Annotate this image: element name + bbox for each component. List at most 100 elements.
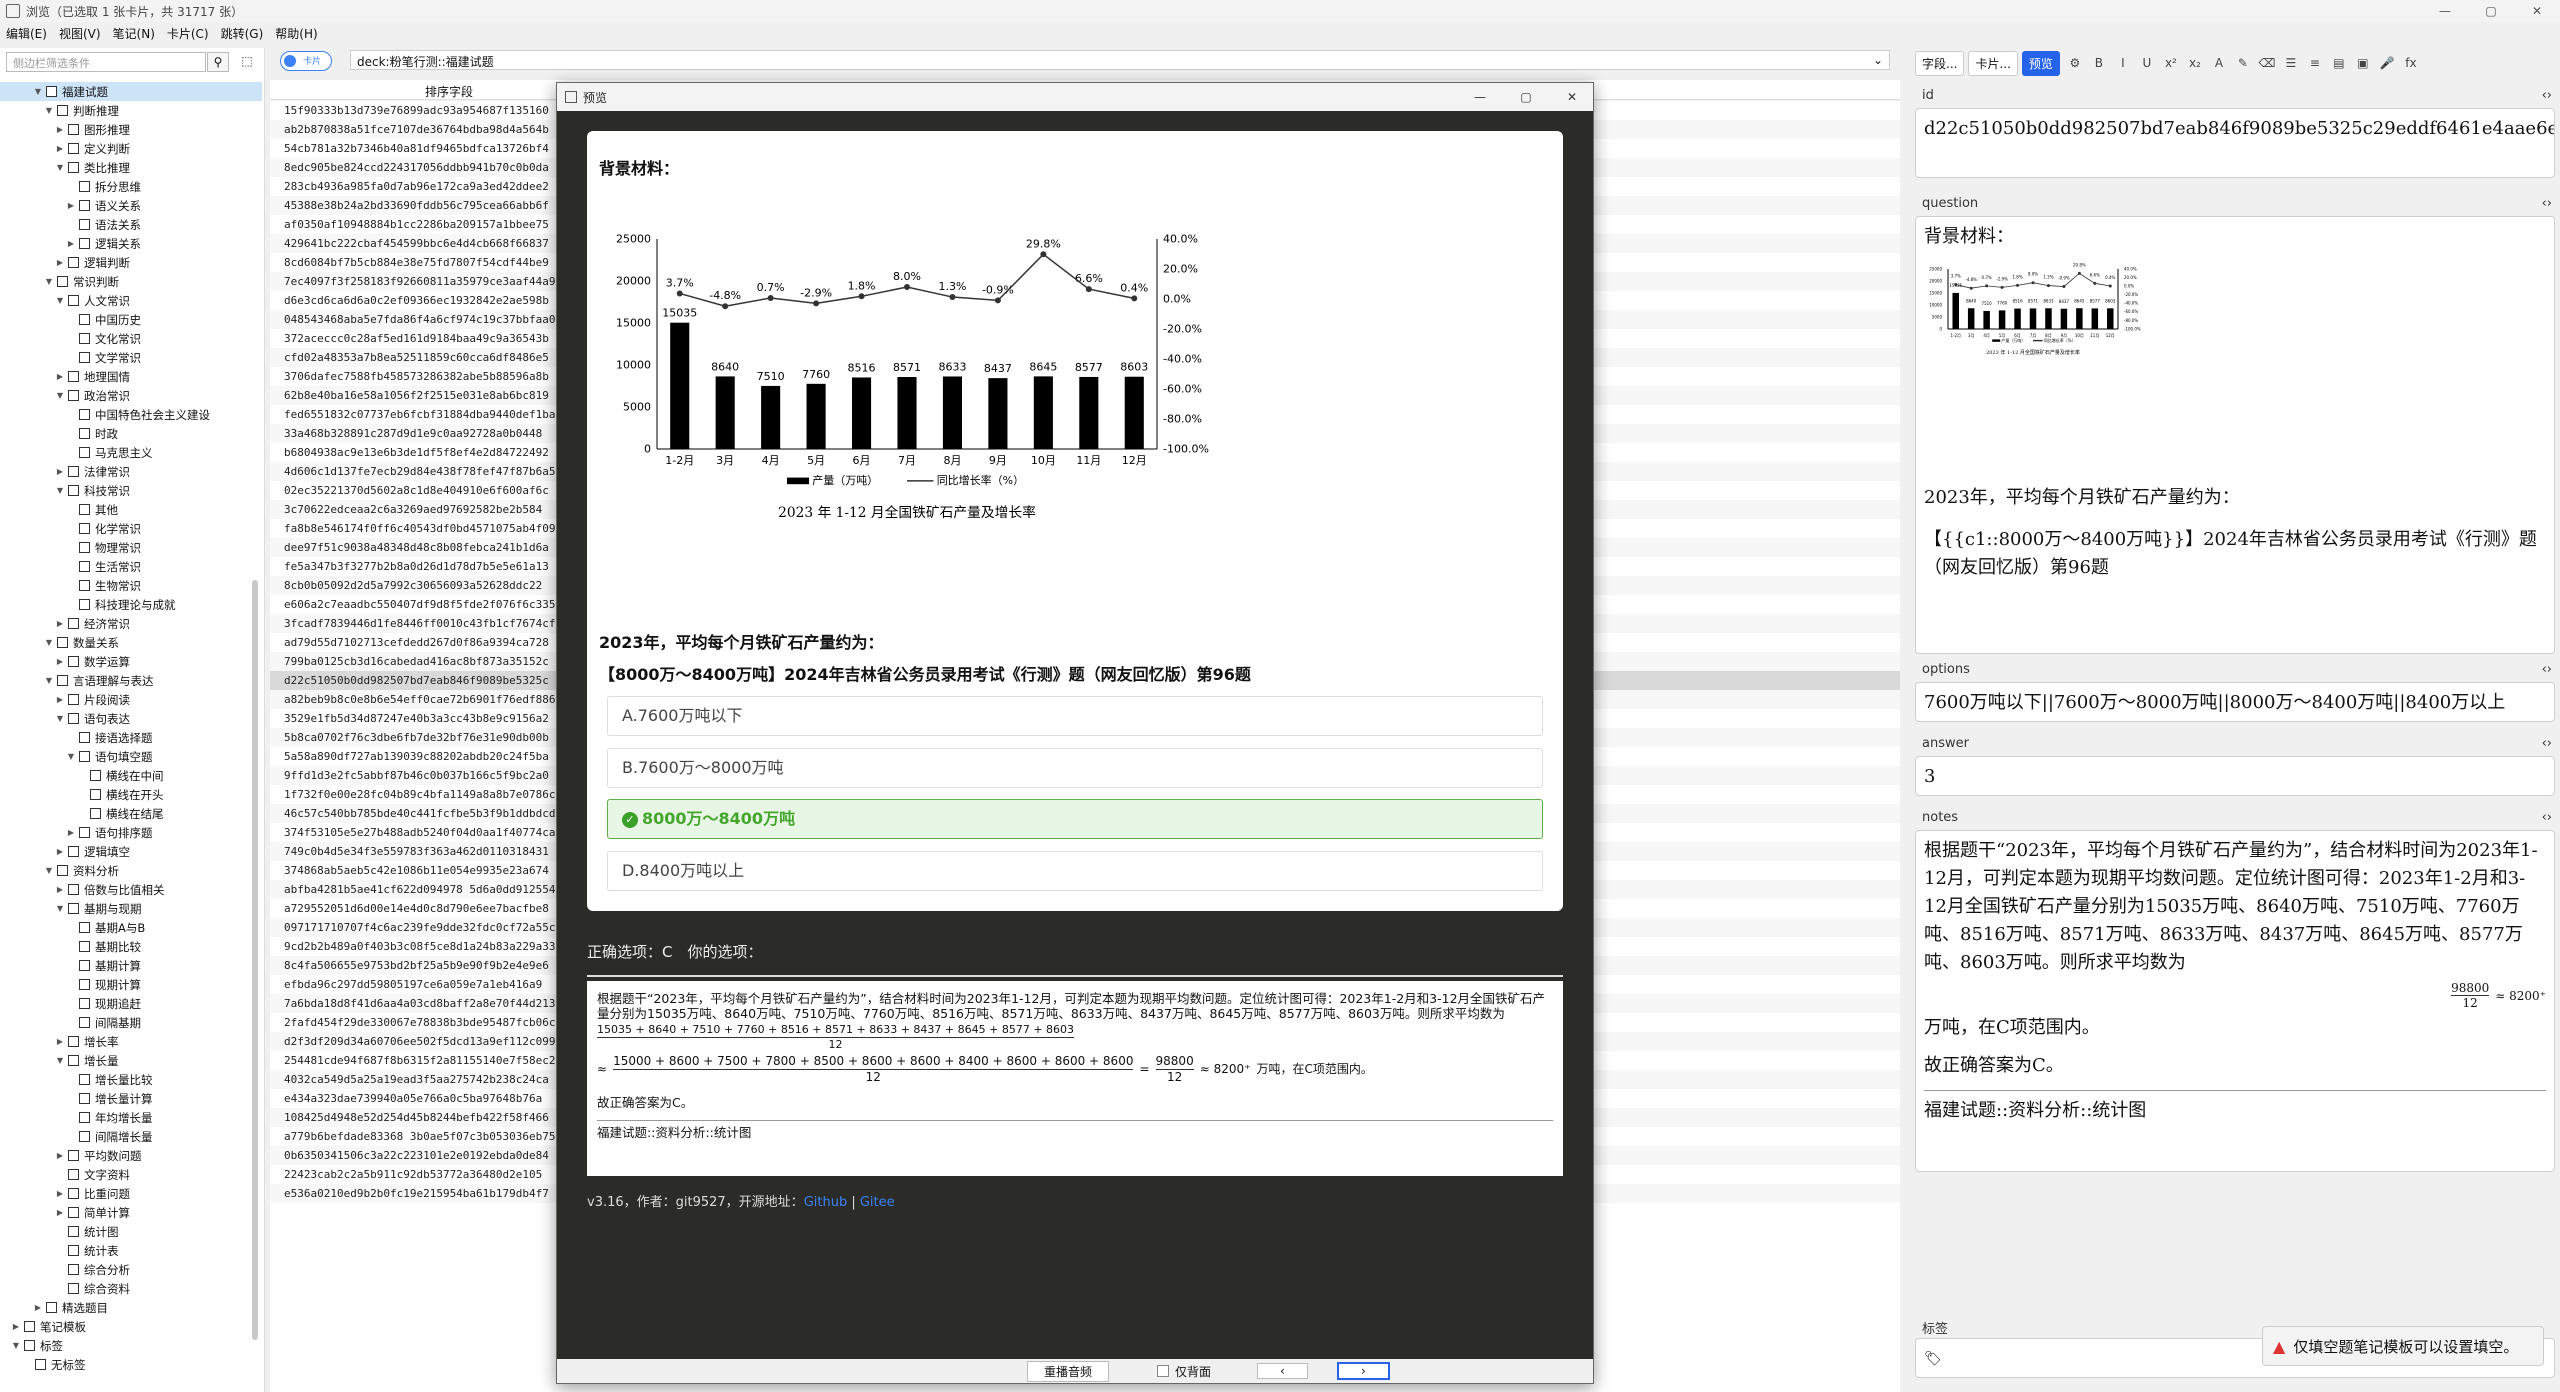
sidebar-item[interactable]: ▼ 科技常识 (0, 481, 262, 500)
github-link[interactable]: Github (804, 1195, 848, 1210)
sidebar-item[interactable]: 其他 (0, 500, 262, 519)
text-color-icon[interactable]: A (2208, 56, 2230, 70)
collapse-arrow-icon[interactable]: ▼ (11, 1341, 21, 1350)
sidebar-item[interactable]: 科技理论与成就 (0, 595, 262, 614)
options-field[interactable]: 7600万吨以下||7600万～8000万吨||8000万～8400万吨||84… (1915, 682, 2555, 722)
eraser-icon[interactable]: ⌫ (2256, 56, 2278, 70)
cards-notes-toggle[interactable]: 卡片 (280, 51, 332, 71)
search-icon[interactable]: ⚲ (207, 52, 229, 72)
sidebar-item[interactable]: ▶ 逻辑填空 (0, 842, 262, 861)
collapse-arrow-icon[interactable]: ▼ (44, 638, 54, 647)
menu-view[interactable]: 视图(V) (53, 25, 107, 42)
sidebar-item[interactable]: 基期计算 (0, 956, 262, 975)
sidebar-item[interactable]: ▶ 逻辑判断 (0, 253, 262, 272)
sidebar-item[interactable]: ▶ 逻辑关系 (0, 234, 262, 253)
sidebar-item[interactable]: ▼ 资料分析 (0, 861, 262, 880)
gear-icon[interactable]: ⚙ (2064, 56, 2086, 70)
sidebar-item[interactable]: 马克思主义 (0, 443, 262, 462)
sidebar-item[interactable]: 现期计算 (0, 975, 262, 994)
sidebar-item[interactable]: ▼ 人文常识 (0, 291, 262, 310)
sidebar-item[interactable]: ▼ 类比推理 (0, 158, 262, 177)
expand-arrow-icon[interactable]: ▶ (55, 619, 65, 628)
collapse-arrow-icon[interactable]: ▼ (44, 106, 54, 115)
chevron-down-icon[interactable]: ⌄ (1873, 53, 1883, 67)
sidebar-item[interactable]: 生活常识 (0, 557, 262, 576)
answer-field-label[interactable]: answer ‹› (1922, 736, 2552, 751)
sidebar-item[interactable]: ▶ 地理国情 (0, 367, 262, 386)
bold-icon[interactable]: B (2088, 56, 2110, 70)
underline-icon[interactable]: U (2136, 56, 2158, 70)
expand-arrow-icon[interactable]: ▶ (55, 1151, 65, 1160)
sidebar-item[interactable]: ▶ 数学运算 (0, 652, 262, 671)
sidebar-item[interactable]: 间隔基期 (0, 1013, 262, 1032)
sidebar-item[interactable]: 基期比较 (0, 937, 262, 956)
sidebar-item[interactable]: ▼ 标签 (0, 1336, 262, 1355)
expand-arrow-icon[interactable]: ▶ (66, 201, 76, 210)
preview-button[interactable]: 预览 (2021, 50, 2060, 76)
sidebar-item[interactable]: ▶ 比重问题 (0, 1184, 262, 1203)
collapse-arrow-icon[interactable]: ▼ (33, 87, 43, 96)
expand-arrow-icon[interactable]: ▶ (66, 239, 76, 248)
sidebar-item[interactable]: ▼ 言语理解与表达 (0, 671, 262, 690)
sidebar-item[interactable]: ▶ 语句排序题 (0, 823, 262, 842)
sidebar-item[interactable]: ▶ 增长率 (0, 1032, 262, 1051)
collapse-icon[interactable]: ‹› (2542, 810, 2552, 825)
expand-arrow-icon[interactable]: ▶ (11, 1322, 21, 1331)
prev-button[interactable]: ‹ (1257, 1363, 1308, 1379)
sidebar-item[interactable]: ▼ 常识判断 (0, 272, 262, 291)
sidebar-item[interactable]: ▼ 增长量 (0, 1051, 262, 1070)
question-field[interactable]: 背景材料： 0 5000 10000 15000 20000 25000 40.0% 20.0… (1915, 216, 2555, 654)
expand-arrow-icon[interactable]: ▶ (55, 695, 65, 704)
sidebar-item[interactable]: 中国特色社会主义建设 (0, 405, 262, 424)
sidebar-item[interactable]: 增长量比较 (0, 1070, 262, 1089)
splitter[interactable] (1900, 48, 1910, 1392)
options-field-label[interactable]: options ‹› (1922, 662, 2552, 677)
expand-arrow-icon[interactable]: ▶ (55, 885, 65, 894)
fields-button[interactable]: 字段... (1915, 50, 1965, 76)
sidebar-item[interactable]: ▶ 经济常识 (0, 614, 262, 633)
option-d[interactable]: D.8400万吨以上 (607, 851, 1543, 891)
notes-field[interactable]: 根据题干“2023年，平均每个月铁矿石产量约为”，结合材料时间为2023年1-1… (1915, 830, 2555, 1172)
sidebar-item[interactable]: 接语选择题 (0, 728, 262, 747)
next-button[interactable]: › (1337, 1362, 1390, 1380)
select-mode-icon[interactable]: ⬚ (238, 52, 256, 72)
sidebar-item[interactable]: 横线在中间 (0, 766, 262, 785)
sidebar-item[interactable]: 化学常识 (0, 519, 262, 538)
sidebar-item[interactable]: 文化常识 (0, 329, 262, 348)
sidebar-item[interactable]: ▼ 判断推理 (0, 101, 262, 120)
sidebar-item[interactable]: ▶ 精选题目 (0, 1298, 262, 1317)
expand-arrow-icon[interactable]: ▶ (55, 1037, 65, 1046)
mic-icon[interactable]: 🎤 (2376, 56, 2398, 70)
expand-arrow-icon[interactable]: ▶ (55, 467, 65, 476)
id-field-label[interactable]: id ‹› (1922, 88, 2552, 103)
sidebar-item[interactable]: 基期A与B (0, 918, 262, 937)
sidebar-item[interactable]: ▶ 语义关系 (0, 196, 262, 215)
sidebar-item[interactable]: 时政 (0, 424, 262, 443)
sidebar-scrollbar[interactable] (252, 580, 258, 1340)
minimize-button[interactable]: — (1457, 83, 1503, 111)
sidebar-item[interactable]: ▶ 片段阅读 (0, 690, 262, 709)
sidebar-item[interactable]: ▶ 平均数问题 (0, 1146, 262, 1165)
sidebar-item[interactable]: 综合分析 (0, 1260, 262, 1279)
align-icon[interactable]: ▤ (2328, 56, 2350, 70)
collapse-arrow-icon[interactable]: ▼ (55, 163, 65, 172)
expand-arrow-icon[interactable]: ▶ (66, 828, 76, 837)
collapse-arrow-icon[interactable]: ▼ (44, 866, 54, 875)
minimize-button[interactable]: — (2422, 0, 2468, 22)
maximize-button[interactable]: ▢ (1503, 83, 1549, 111)
sidebar-item[interactable]: 语法关系 (0, 215, 262, 234)
sidebar-item[interactable]: 横线在结尾 (0, 804, 262, 823)
sidebar-item[interactable]: ▶ 定义判断 (0, 139, 262, 158)
highlight-icon[interactable]: ✎ (2232, 56, 2254, 70)
sidebar-item[interactable]: ▼ 福建试题 (0, 82, 262, 101)
sidebar-item[interactable]: 物理常识 (0, 538, 262, 557)
sidebar-item[interactable]: 中国历史 (0, 310, 262, 329)
sidebar-item[interactable]: 文字资料 (0, 1165, 262, 1184)
expand-arrow-icon[interactable]: ▶ (55, 258, 65, 267)
question-field-label[interactable]: question ‹› (1922, 196, 2552, 211)
close-button[interactable]: ✕ (1549, 83, 1595, 111)
sidebar-item[interactable]: 文学常识 (0, 348, 262, 367)
collapse-arrow-icon[interactable]: ▼ (55, 486, 65, 495)
sidebar-item[interactable]: ▼ 基期与现期 (0, 899, 262, 918)
menu-cards[interactable]: 卡片(C) (161, 25, 215, 42)
